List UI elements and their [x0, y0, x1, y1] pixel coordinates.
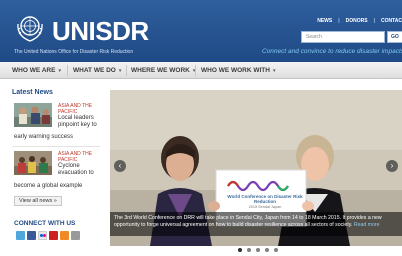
flickr-icon[interactable] [38, 231, 47, 240]
news-category[interactable]: ASIA AND THE PACIFIC [58, 151, 108, 163]
top-link-separator: | [373, 18, 375, 24]
chevron-down-icon: ▾ [118, 68, 122, 74]
flickr-dot-pink [43, 234, 46, 237]
nav-divider [195, 65, 196, 76]
caption-body: The 3rd World Conference on DRR will tak… [114, 215, 382, 228]
site-logo[interactable]: UNISDR [52, 18, 149, 44]
slide-caption: The 3rd World Conference on DRR will tak… [110, 212, 402, 236]
top-link-donors[interactable]: DONORS [346, 17, 368, 25]
email-icon[interactable] [71, 231, 80, 240]
nav-item-who-we-are[interactable]: WHO WE ARE ▾ [12, 66, 61, 76]
top-link-separator: | [338, 18, 340, 24]
search-input[interactable]: Search [301, 31, 385, 43]
slider-dot[interactable] [247, 248, 251, 252]
read-more-link[interactable]: Read more [354, 222, 380, 228]
connect-heading: CONNECT WITH US [14, 220, 76, 227]
chevron-right-icon: › [390, 161, 394, 170]
nav-item-label: WHERE WE WORK [131, 67, 190, 74]
slider-dot[interactable] [265, 248, 269, 252]
featured-slider[interactable]: World Conference on Disaster Risk Reduct… [110, 90, 402, 246]
nav-item-label: WHO WE WORK WITH [201, 67, 270, 74]
slider-prev-button[interactable]: ‹ [114, 160, 126, 172]
news-category[interactable]: ASIA AND THE PACIFIC [58, 103, 108, 115]
facebook-icon[interactable] [27, 231, 36, 240]
chevron-left-icon: ‹ [118, 161, 122, 170]
news-item[interactable]: ASIA AND THE PACIFIC Cyclone evacuation … [14, 151, 106, 191]
slider-pagination [238, 248, 278, 252]
news-headline-tail[interactable]: become a global example [14, 183, 82, 190]
search-go-button[interactable]: GO [387, 31, 402, 43]
chevron-down-icon: ▾ [272, 68, 276, 74]
nav-item-what-we-do[interactable]: WHAT WE DO ▾ [73, 66, 121, 76]
nav-divider [67, 65, 68, 76]
main-nav: WHO WE ARE▾ WHAT WE DO▾ WHERE WE WORK▾ W… [0, 62, 402, 79]
site-tagline: Connect and convince to reduce disaster … [262, 48, 402, 55]
slide-caption-text: The 3rd World Conference on DRR will tak… [114, 215, 400, 229]
nav-divider [126, 65, 127, 76]
conference-sign-text: World Conference on Disaster Risk Reduct… [227, 194, 303, 204]
nav-item-label: WHO WE ARE [12, 67, 56, 74]
site-header: UNISDR The United Nations Office for Dis… [0, 0, 402, 62]
slider-dot[interactable] [274, 248, 278, 252]
news-headline-tail[interactable]: early warning success [14, 134, 73, 141]
news-item[interactable]: ASIA AND THE PACIFIC Local leaders pinpo… [14, 103, 106, 143]
rss-icon[interactable] [60, 231, 69, 240]
news-divider [12, 146, 100, 147]
slider-dot[interactable] [256, 248, 260, 252]
latest-news-heading: Latest News [12, 89, 53, 96]
chevron-down-icon: ▾ [58, 68, 61, 74]
view-all-news-button[interactable]: View all news » [14, 196, 62, 206]
news-thumbnail[interactable] [14, 151, 52, 175]
conference-sign-subtext: 2015 Sendai Japan [248, 205, 282, 209]
top-link-contact[interactable]: CONTAC [381, 17, 402, 25]
slider-dot[interactable] [238, 248, 242, 252]
twitter-icon[interactable] [16, 231, 25, 240]
nav-item-who-we-work-with[interactable]: WHO WE WORK WITH ▾ [201, 66, 275, 76]
news-headline[interactable]: Cyclone evacuation to [58, 163, 106, 177]
nav-item-label: WHAT WE DO [73, 67, 116, 74]
nav-item-where-we-work[interactable]: WHERE WE WORK▾ [131, 66, 195, 76]
social-icons [16, 231, 80, 240]
youtube-icon[interactable] [49, 231, 58, 240]
logo-subtitle: The United Nations Office for Disaster R… [14, 49, 134, 55]
news-thumbnail[interactable] [14, 103, 52, 127]
top-link-news[interactable]: NEWS [317, 17, 332, 25]
top-links: NEWS | DONORS | CONTAC [317, 17, 402, 25]
news-headline[interactable]: Local leaders pinpoint key to [58, 115, 106, 129]
un-emblem-icon[interactable] [14, 12, 46, 44]
slider-next-button[interactable]: › [386, 160, 398, 172]
